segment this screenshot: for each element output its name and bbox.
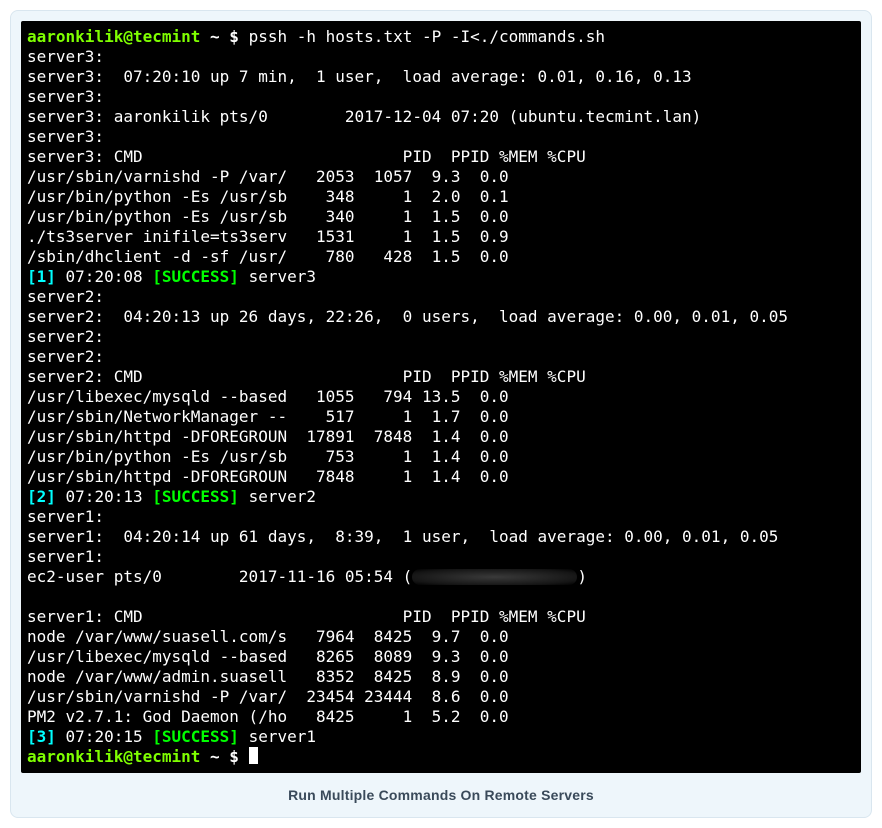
output-line: server2: 04:20:13 up 26 days, 22:26, 0 u… [27,307,788,326]
output-line: node /var/www/suasell.com/s 7964 8425 9.… [27,627,509,646]
result-host: server2 [239,487,316,506]
prompt-user: aaronkilik@tecmint [27,747,200,766]
output-line: ec2-user pts/0 2017-11-16 05:54 ( [27,567,412,586]
result-host: server3 [239,267,316,286]
result-index: [1] [27,267,56,286]
output-line: server3: CMD PID PPID %MEM %CPU [27,147,586,166]
output-line: server2: [27,327,104,346]
result-time: 07:20:08 [56,267,152,286]
command-text: pssh -h hosts.txt -P -I<./commands.sh [249,27,605,46]
output-line: server1: CMD PID PPID %MEM %CPU [27,607,586,626]
output-line: server3: [27,127,104,146]
prompt-path: ~ $ [210,27,239,46]
output-line: server2: [27,287,104,306]
redacted-hostname [412,569,577,585]
output-line: /sbin/dhclient -d -sf /usr/ 780 428 1.5 … [27,247,509,266]
output-line: server2: [27,347,104,366]
output-line: /usr/bin/python -Es /usr/sb 348 1 2.0 0.… [27,187,509,206]
cursor[interactable] [249,747,258,764]
output-line [27,587,37,606]
result-host: server1 [239,727,316,746]
result-time: 07:20:13 [56,487,152,506]
result-time: 07:20:15 [56,727,152,746]
output-line: server3: [27,47,104,66]
result-status: [SUCCESS] [152,727,239,746]
output-line: /usr/bin/python -Es /usr/sb 753 1 1.4 0.… [27,447,509,466]
result-status: [SUCCESS] [152,267,239,286]
output-line: server1: [27,547,104,566]
output-line: server1: 04:20:14 up 61 days, 8:39, 1 us… [27,527,778,546]
figure-frame: aaronkilik@tecmint ~ $ pssh -h hosts.txt… [10,10,872,818]
output-line: server2: CMD PID PPID %MEM %CPU [27,367,586,386]
output-line: server3: aaronkilik pts/0 2017-12-04 07:… [27,107,701,126]
prompt-path: ~ $ [210,747,239,766]
output-line: server1: [27,507,104,526]
output-line: /usr/bin/python -Es /usr/sb 340 1 1.5 0.… [27,207,509,226]
prompt-user: aaronkilik@tecmint [27,27,200,46]
output-line: /usr/sbin/httpd -DFOREGROUN 17891 7848 1… [27,427,509,446]
output-line: ) [577,567,587,586]
output-line: node /var/www/admin.suasell 8352 8425 8.… [27,667,509,686]
result-index: [3] [27,727,56,746]
terminal-output: aaronkilik@tecmint ~ $ pssh -h hosts.txt… [21,21,861,773]
output-line: server3: 07:20:10 up 7 min, 1 user, load… [27,67,692,86]
output-line: /usr/libexec/mysqld --based 1055 794 13.… [27,387,509,406]
output-line: /usr/sbin/httpd -DFOREGROUN 7848 1 1.4 0… [27,467,509,486]
output-line: /usr/sbin/NetworkManager -- 517 1 1.7 0.… [27,407,509,426]
output-line: /usr/libexec/mysqld --based 8265 8089 9.… [27,647,509,666]
output-line: PM2 v2.7.1: God Daemon (/ho 8425 1 5.2 0… [27,707,509,726]
output-line: /usr/sbin/varnishd -P /var/ 23454 23444 … [27,687,509,706]
figure-caption: Run Multiple Commands On Remote Servers [21,787,861,803]
output-line: ./ts3server inifile=ts3serv 1531 1 1.5 0… [27,227,509,246]
output-line: server3: [27,87,104,106]
output-line: /usr/sbin/varnishd -P /var/ 2053 1057 9.… [27,167,509,186]
result-status: [SUCCESS] [152,487,239,506]
result-index: [2] [27,487,56,506]
